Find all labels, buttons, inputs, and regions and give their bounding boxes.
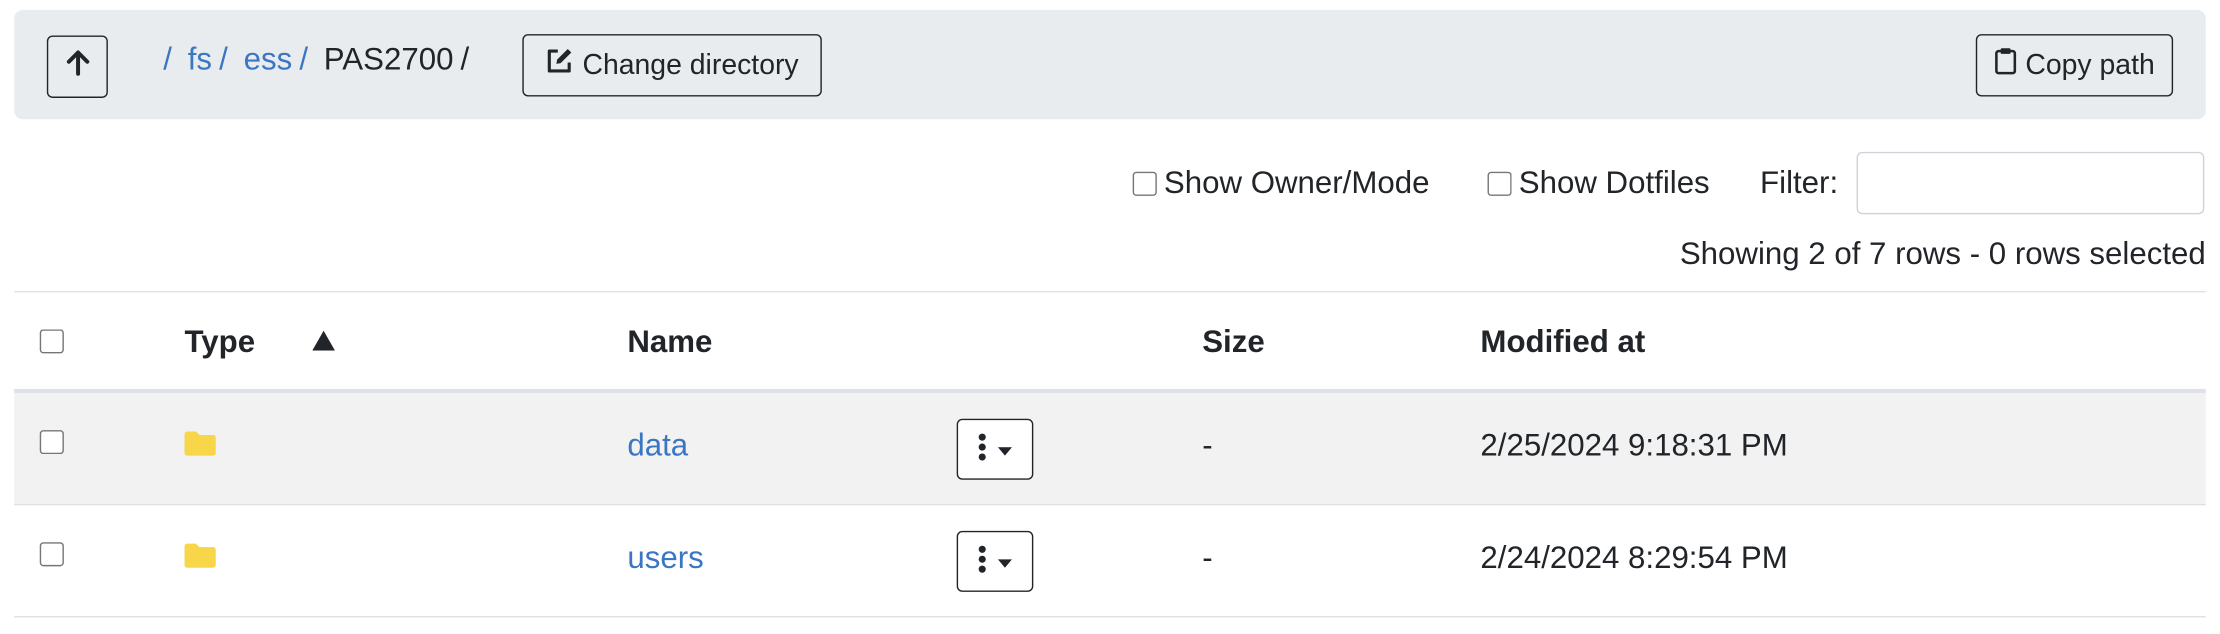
file-name-link[interactable]: users <box>627 539 703 576</box>
sort-up-icon[interactable] <box>312 330 335 358</box>
row-select-checkbox[interactable] <box>39 430 64 455</box>
column-header-type[interactable]: Type <box>185 324 256 361</box>
breadcrumb-separator: / <box>299 41 309 77</box>
table-controls: Show Owner/Mode Show Dotfiles Filter: <box>0 150 2220 215</box>
show-dotfiles-checkbox[interactable] <box>1487 171 1512 196</box>
copy-path-button[interactable]: Copy path <box>1975 34 2174 97</box>
file-size: - <box>1202 539 1213 575</box>
show-dotfiles-toggle[interactable]: Show Dotfiles <box>1487 164 1710 202</box>
show-dotfiles-label: Show Dotfiles <box>1518 164 1710 201</box>
kebab-icon <box>978 433 987 466</box>
show-owner-mode-toggle[interactable]: Show Owner/Mode <box>1132 164 1430 202</box>
file-modified: 2/24/2024 8:29:54 PM <box>1480 539 1788 575</box>
table-row[interactable]: data - 2/25/2024 9:18:31 PM <box>14 393 2206 506</box>
row-select-checkbox[interactable] <box>39 542 64 567</box>
filter-label: Filter: <box>1760 164 1839 201</box>
clipboard-icon <box>1994 47 2017 84</box>
change-directory-label: Change directory <box>582 48 799 81</box>
arrow-up-icon <box>65 48 91 85</box>
column-header-name[interactable]: Name <box>627 324 712 361</box>
file-modified: 2/25/2024 9:18:31 PM <box>1480 427 1788 463</box>
folder-icon <box>183 542 217 576</box>
breadcrumb: / fs / ess / PAS2700/ <box>156 38 469 81</box>
parent-directory-button[interactable] <box>46 35 108 98</box>
breadcrumb-fs[interactable]: fs <box>188 41 212 76</box>
breadcrumb-ess[interactable]: ess <box>244 41 293 76</box>
show-owner-mode-label: Show Owner/Mode <box>1163 164 1430 201</box>
breadcrumb-root[interactable]: / <box>163 41 172 76</box>
kebab-icon <box>978 545 987 578</box>
breadcrumb-trailing-separator: / <box>460 41 470 77</box>
edit-icon <box>546 47 574 84</box>
file-size: - <box>1202 427 1213 463</box>
table-header: Type Name Size Modified at <box>14 290 2206 394</box>
caret-down-icon <box>997 551 1013 572</box>
filter-input[interactable] <box>1856 151 2205 215</box>
copy-path-label: Copy path <box>2025 48 2155 81</box>
caret-down-icon <box>997 439 1013 460</box>
table-row[interactable]: users - 2/24/2024 8:29:54 PM <box>14 505 2206 618</box>
breadcrumb-separator: / <box>219 41 228 77</box>
show-owner-mode-checkbox[interactable] <box>1132 171 1157 196</box>
file-browser: / fs / ess / PAS2700/ Change directory Cop <box>0 0 2220 634</box>
change-directory-button[interactable]: Change directory <box>522 34 822 97</box>
path-toolbar: / fs / ess / PAS2700/ Change directory Cop <box>14 9 2206 120</box>
file-table: Type Name Size Modified at data - 2/25/2… <box>14 290 2206 618</box>
file-name-link[interactable]: data <box>627 427 688 464</box>
folder-icon <box>183 430 217 464</box>
breadcrumb-current: PAS2700 <box>323 41 454 77</box>
column-header-size[interactable]: Size <box>1202 324 1264 361</box>
column-header-modified[interactable]: Modified at <box>1480 324 1645 361</box>
row-actions-menu-button[interactable] <box>956 418 1034 480</box>
select-all-checkbox[interactable] <box>39 329 64 354</box>
row-count-status: Showing 2 of 7 rows - 0 rows selected <box>1679 235 2206 272</box>
row-actions-menu-button[interactable] <box>956 530 1034 592</box>
